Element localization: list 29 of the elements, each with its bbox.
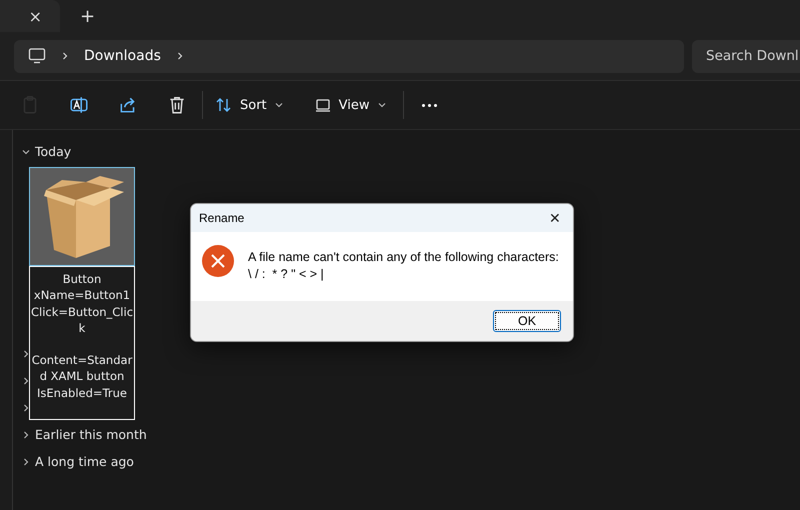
search-field[interactable]: Search Downl [692,40,800,72]
chevron-icon[interactable] [21,348,31,358]
sort-arrows-icon [215,96,233,114]
rename-icon[interactable] [69,95,89,115]
error-message: A file name can't contain any of the following characters: [248,249,559,266]
file-thumbnail[interactable] [29,167,135,266]
toolbar-menu-button[interactable]: View [314,96,387,114]
error-icon [201,244,235,278]
toolbar-menu-button[interactable]: Sort [215,96,284,114]
chevron-icon[interactable] [21,402,31,412]
chevron-icon[interactable] [21,456,31,466]
monitor-icon [28,48,46,64]
caret-icon [274,100,284,110]
chevron-icon[interactable] [21,376,31,386]
invalid-characters-text: \ / : * ? " < > | [248,266,325,283]
more-options-icon[interactable] [422,104,437,106]
caret-icon [376,100,387,110]
group-header[interactable]: Today [35,144,72,159]
chevron-icon [60,51,70,61]
new-tab-button[interactable]: + [76,4,100,28]
ok-button[interactable]: OK [493,310,561,332]
dialog-title: Rename [199,211,244,225]
close-button[interactable]: ✕ [545,208,565,228]
group-header[interactable]: Earlier this month [35,427,147,442]
breadcrumb[interactable]: Downloads [84,48,161,64]
chevron-icon[interactable] [21,430,31,440]
address-bar[interactable]: Downloads [14,40,684,72]
filename-field[interactable]: Button xName=Button1 Click=Button_Clic k Content=Standar d XAML button IsEnabled=True [29,266,135,420]
group-header[interactable]: A long time ago [35,454,134,469]
